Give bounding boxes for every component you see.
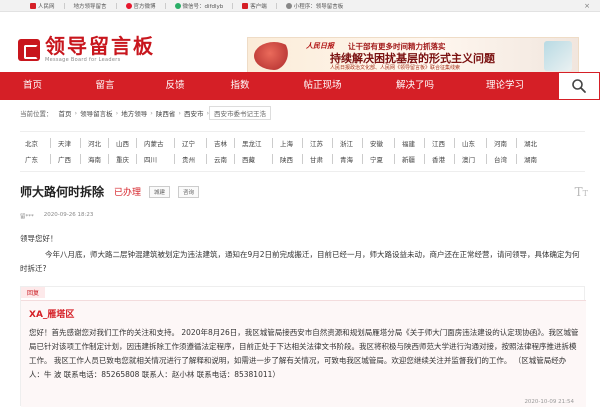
topbar-link-local-leaders[interactable]: 地方领导留言	[74, 2, 107, 10]
region-link[interactable]: 贵州	[174, 154, 206, 164]
region-link[interactable]: 上海	[272, 138, 302, 148]
reply-organization: XA_雁塔区	[29, 310, 75, 320]
campaign-banner[interactable]: 人民日报 让干部有更多时间精力抓落实 持续解决困扰基层的形式主义问题 人民日报政…	[247, 37, 579, 73]
region-link[interactable]: 山东	[454, 138, 486, 148]
reply-body: 您好！首先感谢您对我们工作的关注和支持。 2020年8月26日，我区城管局接西安…	[29, 328, 579, 379]
region-link[interactable]: 北京	[20, 138, 50, 148]
region-link[interactable]: 云南	[206, 154, 234, 164]
logo-mark-icon	[18, 38, 40, 61]
topbar-link-wechat[interactable]: 微信号：difdlyb	[174, 2, 223, 10]
region-link[interactable]: 河南	[486, 138, 516, 148]
search-button[interactable]	[558, 72, 600, 100]
region-link[interactable]: 辽宁	[174, 138, 206, 148]
region-link[interactable]: 河北	[80, 138, 108, 148]
region-link[interactable]: 澳门	[454, 154, 486, 164]
top-utility-bar: 人民网 地方领导留言 官方微博 微信号：difdlyb 客户端 小程序：领导留言…	[0, 0, 600, 12]
divider	[232, 2, 234, 9]
main-nav: 首页 留言 反馈 指数 帖正现场 解决了吗 理论学习	[0, 72, 600, 100]
breadcrumb-home[interactable]: 首页	[56, 108, 75, 118]
region-link[interactable]: 陕西	[272, 154, 302, 164]
region-link[interactable]: 内蒙古	[136, 138, 174, 148]
breadcrumb: 当前位置： 首页 › 领导留言板 › 地方领导 › 陕西省 › 西安市 › 西安市委书记王…	[20, 106, 272, 120]
region-link[interactable]: 江苏	[302, 138, 332, 148]
message-body: 今年八月底，师大路二层钟混建筑被划定为违法建筑，通知在9月2日前完成搬迁，目前已…	[20, 250, 580, 273]
logo-title: 领导留言板	[45, 34, 155, 58]
breadcrumb-prefix: 当前位置：	[20, 110, 53, 118]
divider	[63, 2, 65, 9]
message-greeting: 领导您好！	[20, 234, 58, 243]
region-link[interactable]: 湖南	[516, 154, 546, 164]
region-link[interactable]: 新疆	[394, 154, 424, 164]
close-icon[interactable]: ×	[584, 2, 590, 10]
region-link[interactable]: 青海	[332, 154, 362, 164]
nav-index[interactable]: 指数	[205, 72, 275, 100]
message-title: 师大路何时拆除	[20, 185, 105, 199]
banner-glass-graphic	[544, 41, 572, 71]
region-link[interactable]: 重庆	[108, 154, 136, 164]
region-link[interactable]: 湖北	[516, 138, 546, 148]
search-icon	[572, 79, 586, 93]
topbar-link-people-daily[interactable]: 人民网	[30, 2, 55, 10]
message-date: 2020-09-26 18:23	[43, 212, 94, 218]
weibo-icon	[125, 2, 132, 9]
reply-label: 回复	[21, 287, 46, 298]
divider	[164, 2, 166, 9]
font-size-icon[interactable]: TT	[575, 185, 588, 199]
breadcrumb-city[interactable]: 西安市	[181, 108, 207, 118]
region-link[interactable]: 山西	[108, 138, 136, 148]
logo-text: 领导留言板 Message Board for Leaders	[45, 36, 155, 63]
reply-section: 回复 XA_雁塔区 您好！首先感谢您对我们工作的关注和支持。 2020年8月26…	[20, 286, 586, 407]
region-link[interactable]: 天津	[50, 138, 80, 148]
type-tag[interactable]: 咨询	[178, 185, 200, 198]
region-link[interactable]: 宁夏	[362, 154, 394, 164]
region-row: 广东 广西 海南 重庆 四川 贵州 云南 西藏 陕西 甘肃 青海 宁夏 新疆 香港 澳门 台湾 湖南	[20, 151, 585, 167]
message-meta: 留*** 2020-09-26 18:23	[20, 212, 93, 220]
status-badge: 已办理	[114, 188, 142, 198]
topbar-link-mini-program[interactable]: 小程序：领导留言板	[285, 2, 343, 10]
site-header: 领导留言板 Message Board for Leaders 人民日报 让干部…	[0, 12, 600, 73]
region-link[interactable]: 海南	[80, 154, 108, 164]
app-client-icon	[242, 2, 249, 9]
breadcrumb-local-leaders[interactable]: 地方领导	[118, 108, 150, 118]
wechat-icon	[174, 2, 181, 9]
breadcrumb-current[interactable]: 西安市委书记王浩	[209, 106, 272, 120]
region-link[interactable]: 吉林	[206, 138, 234, 148]
region-row: 北京 天津 河北 山西 内蒙古 辽宁 吉林 黑龙江 上海 江苏 浙江 安徽 福建 江西 山东 河南 湖北	[20, 135, 585, 151]
region-link[interactable]: 甘肃	[302, 154, 332, 164]
mini-program-icon	[285, 2, 292, 9]
site-logo[interactable]: 领导留言板 Message Board for Leaders	[18, 36, 155, 63]
region-link[interactable]: 安徽	[362, 138, 394, 148]
category-tag[interactable]: 城建	[149, 185, 171, 198]
region-link[interactable]: 福建	[394, 138, 424, 148]
breadcrumb-message-board[interactable]: 领导留言板	[77, 108, 116, 118]
region-link[interactable]: 香港	[424, 154, 454, 164]
divider	[275, 2, 277, 9]
people-daily-icon	[30, 2, 36, 9]
nav-theory-study[interactable]: 理论学习	[460, 72, 550, 100]
nav-messages[interactable]: 留言	[65, 72, 145, 100]
region-link[interactable]: 浙江	[332, 138, 362, 148]
region-selector: 北京 天津 河北 山西 内蒙古 辽宁 吉林 黑龙江 上海 江苏 浙江 安徽 福建 江西 山东 河南 湖北 广东广…	[20, 131, 585, 172]
region-link[interactable]: 西藏	[234, 154, 272, 164]
reply-time: 2020-10-09 21:54	[524, 399, 574, 405]
region-link[interactable]: 广东	[20, 154, 50, 164]
banner-flower-graphic	[254, 42, 294, 70]
region-link[interactable]: 四川	[136, 154, 174, 164]
nav-feedback[interactable]: 反馈	[145, 72, 205, 100]
topbar-link-weibo[interactable]: 官方微博	[125, 2, 156, 10]
region-link[interactable]: 广西	[50, 154, 80, 164]
nav-solved[interactable]: 解决了吗	[370, 72, 460, 100]
region-link[interactable]: 台湾	[486, 154, 516, 164]
region-link[interactable]: 江西	[424, 138, 454, 148]
reply-card: XA_雁塔区 您好！首先感谢您对我们工作的关注和支持。 2020年8月26日，我…	[21, 300, 586, 407]
banner-foot-line: 人民日报政治文化部、人民网《领导留言板》联合征集线索	[330, 65, 461, 71]
nav-on-site[interactable]: 帖正现场	[275, 72, 370, 100]
author-name: 留***	[20, 214, 34, 220]
nav-home[interactable]: 首页	[0, 72, 65, 100]
divider	[115, 2, 117, 9]
breadcrumb-province[interactable]: 陕西省	[153, 108, 179, 118]
topbar-link-app[interactable]: 客户端	[242, 2, 267, 10]
message-title-row: 师大路何时拆除 已办理 城建 咨询	[20, 183, 200, 200]
region-link[interactable]: 黑龙江	[234, 138, 272, 148]
